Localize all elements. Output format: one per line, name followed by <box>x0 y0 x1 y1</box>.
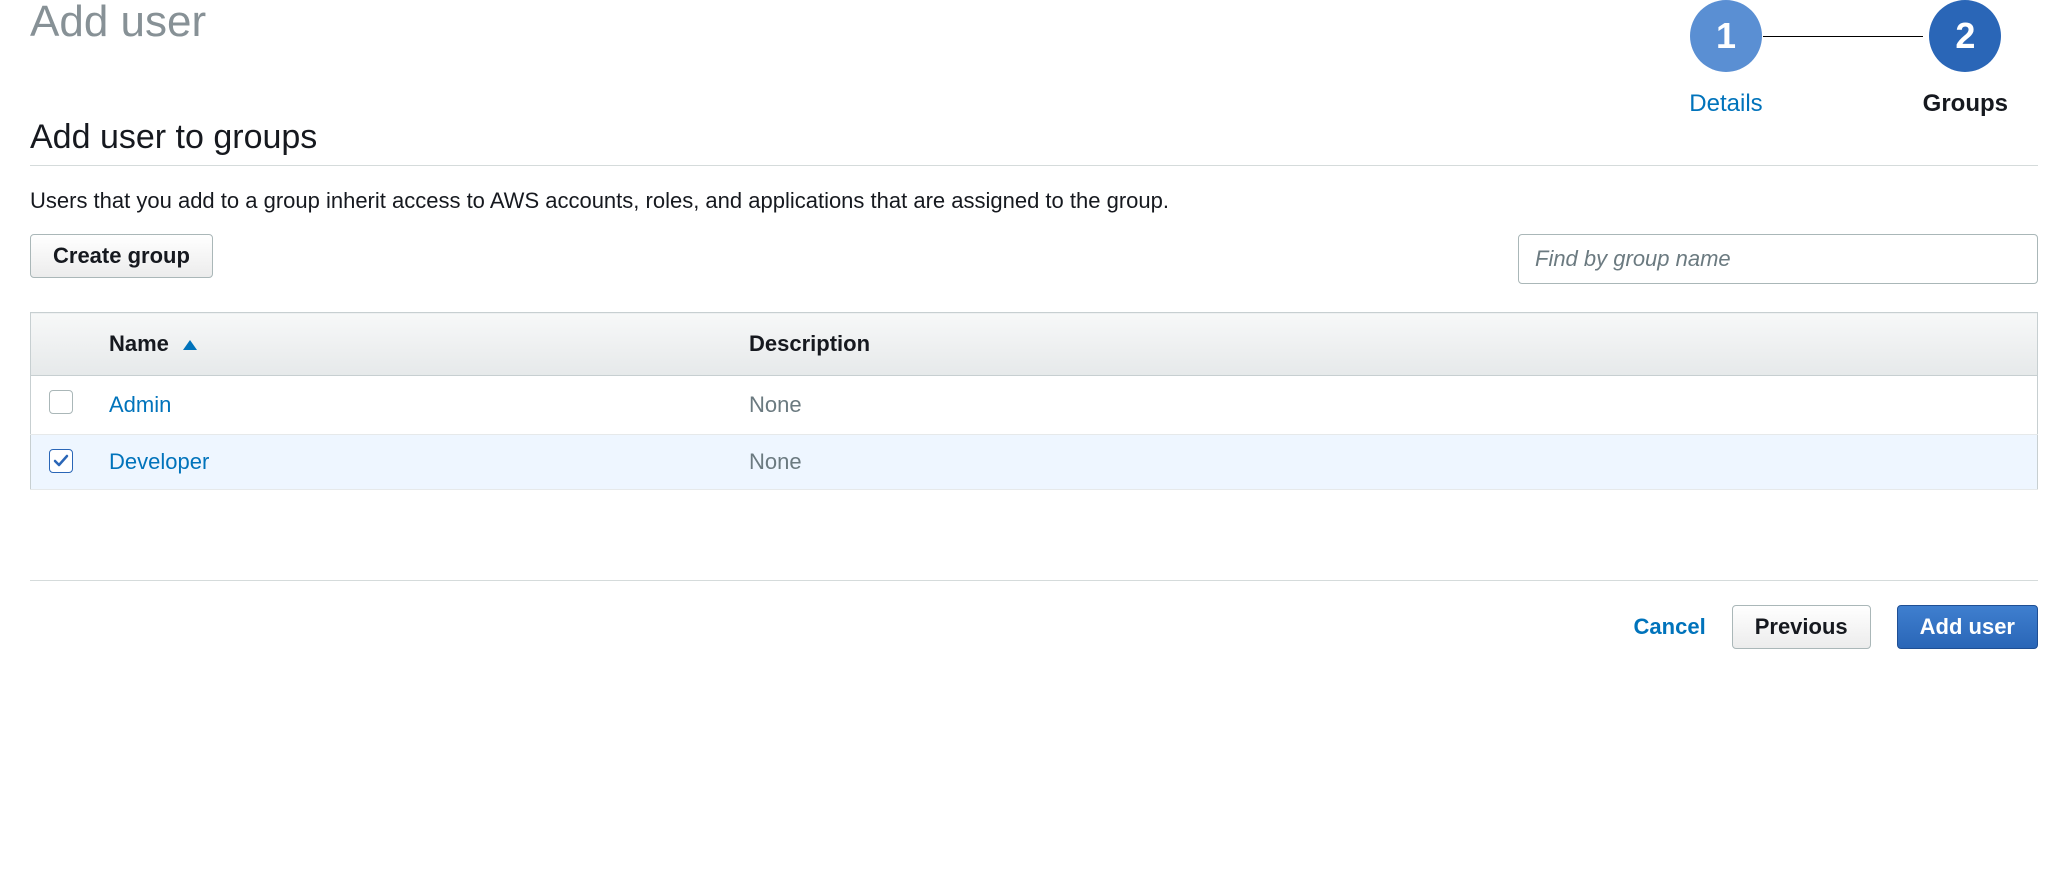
row-checkbox[interactable] <box>49 390 73 414</box>
step-connector <box>1763 36 1923 37</box>
step-circle-1: 1 <box>1690 0 1762 72</box>
group-description: None <box>749 449 802 474</box>
column-header-name-label: Name <box>109 331 169 356</box>
row-checkbox[interactable] <box>49 449 73 473</box>
step-label-groups: Groups <box>1923 90 2008 118</box>
wizard-stepper: 1 Details 2 Groups <box>1689 0 2038 118</box>
section-description: Users that you add to a group inherit ac… <box>30 188 2038 214</box>
search-input[interactable] <box>1518 234 2038 284</box>
groups-table: Name Description Admin None <box>30 312 2038 490</box>
add-user-button[interactable]: Add user <box>1897 605 2038 649</box>
create-group-button[interactable]: Create group <box>30 234 213 278</box>
group-name-link[interactable]: Admin <box>109 392 171 417</box>
page-title: Add user <box>30 0 206 44</box>
wizard-footer: Cancel Previous Add user <box>30 580 2038 689</box>
column-header-select <box>31 313 92 376</box>
group-name-link[interactable]: Developer <box>109 449 209 474</box>
column-header-description[interactable]: Description <box>731 313 2038 376</box>
sort-asc-icon <box>183 340 197 350</box>
previous-button[interactable]: Previous <box>1732 605 1871 649</box>
column-header-description-label: Description <box>749 331 870 356</box>
step-groups: 2 Groups <box>1923 0 2008 118</box>
step-circle-2: 2 <box>1929 0 2001 72</box>
table-row: Developer None <box>31 435 2038 490</box>
column-header-name[interactable]: Name <box>91 313 731 376</box>
cancel-button[interactable]: Cancel <box>1634 614 1706 640</box>
section-title: Add user to groups <box>30 118 2038 166</box>
step-label-details[interactable]: Details <box>1689 90 1762 118</box>
step-details[interactable]: 1 Details <box>1689 0 1762 118</box>
table-row: Admin None <box>31 376 2038 435</box>
group-description: None <box>749 392 802 417</box>
